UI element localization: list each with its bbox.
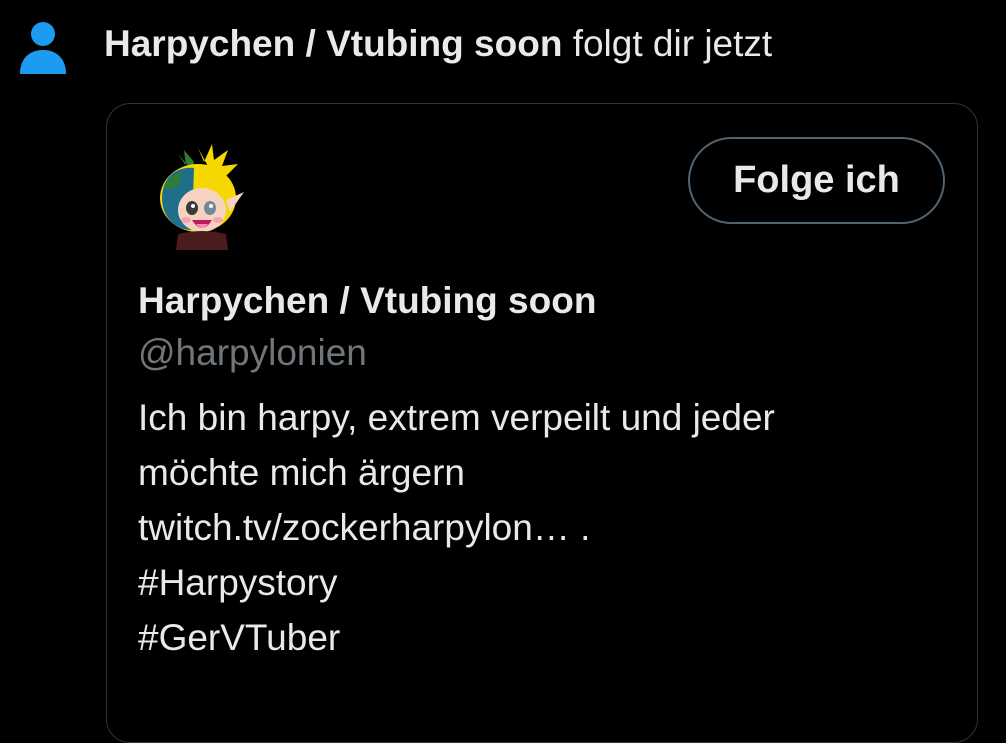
notification-action: folgt dir jetzt xyxy=(562,23,773,64)
notification-text: Harpychen / Vtubing soon folgt dir jetzt xyxy=(104,22,772,66)
hashtag-link[interactable]: #GerVTuber xyxy=(138,610,938,665)
bio-link[interactable]: twitch.tv/zockerharpylon… . xyxy=(138,500,938,555)
notification-actor-name[interactable]: Harpychen / Vtubing soon xyxy=(104,23,562,64)
bio-line: Ich bin harpy, extrem verpeilt und jeder xyxy=(138,397,775,438)
profile-display-name[interactable]: Harpychen / Vtubing soon xyxy=(138,278,596,324)
following-button[interactable]: Folge ich xyxy=(688,137,945,224)
profile-handle[interactable]: @harpylonien xyxy=(138,330,367,376)
bio-line: möchte mich ärgern xyxy=(138,452,465,493)
person-icon xyxy=(20,22,66,74)
follow-notification[interactable]: Harpychen / Vtubing soon folgt dir jetzt xyxy=(0,0,1006,100)
avatar[interactable] xyxy=(148,140,248,250)
hashtag-link[interactable]: #Harpystory xyxy=(138,555,938,610)
profile-bio: Ich bin harpy, extrem verpeilt und jeder… xyxy=(138,390,938,665)
